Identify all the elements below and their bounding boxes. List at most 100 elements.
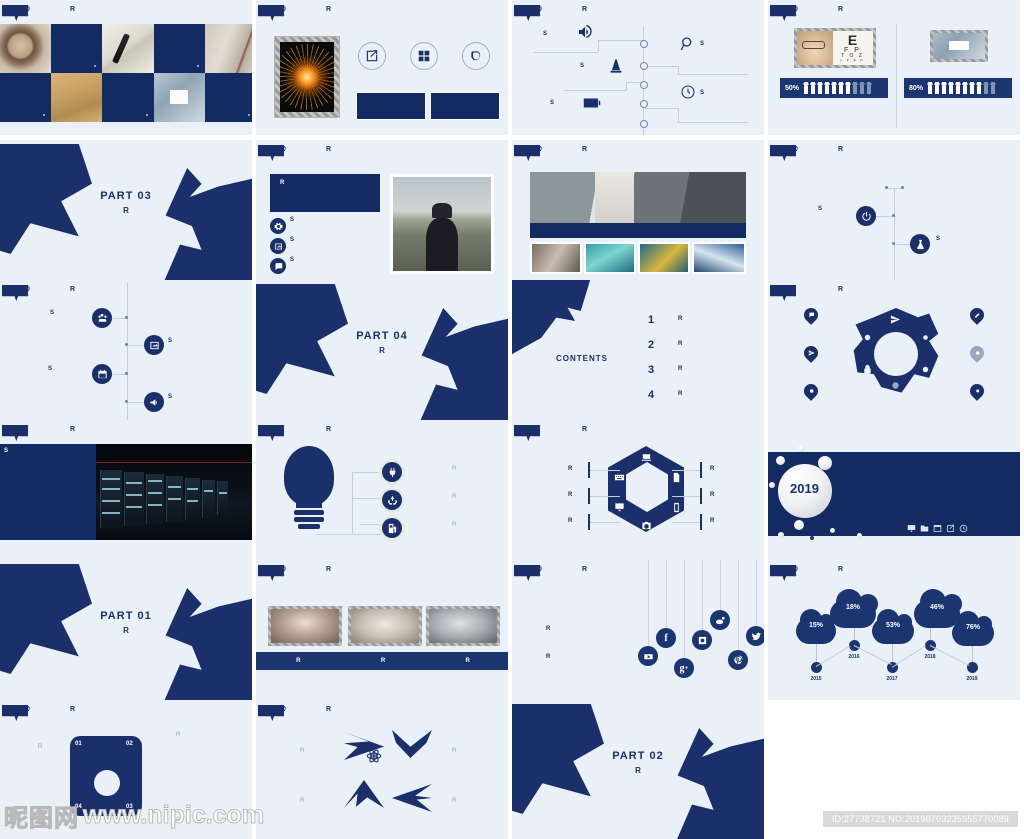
slide-three-portraits[interactable]: N0 R R R R — [256, 560, 512, 705]
placeholder-label: S — [168, 338, 173, 344]
slide-header-r: R — [70, 286, 76, 293]
placeholder-label: R — [300, 798, 305, 804]
woman-glasses-eyechart-photo: E F P T O Z L P E D — [794, 28, 876, 68]
contents-number: 4 — [648, 389, 655, 401]
megaphone-icon — [144, 392, 164, 412]
connector-line — [352, 472, 353, 534]
connector-line — [128, 402, 144, 403]
slide-header: N0 R — [256, 564, 508, 582]
slide-header-no: 0 — [788, 286, 793, 293]
placeholder-label: R — [38, 744, 43, 750]
fountain-pen-photo — [102, 24, 154, 73]
part-subtitle: R — [379, 346, 385, 355]
teal-corridor-photo — [584, 242, 636, 274]
grid-apps-icon[interactable] — [410, 42, 438, 70]
cog-icon — [918, 330, 932, 344]
arrow-shape — [392, 784, 432, 812]
magnifier-icon — [680, 36, 696, 52]
slide-server-room[interactable]: 0 R S — [0, 420, 256, 565]
slide-header-r: R — [838, 286, 844, 293]
folder-icon — [920, 520, 929, 532]
connector-line — [316, 534, 388, 535]
slide-social-media[interactable]: N0 R R R f g + — [512, 560, 768, 705]
slide-header-no: N0 — [20, 6, 31, 13]
timeline-dot — [125, 316, 128, 319]
slide-branching-timeline[interactable]: N0 R S S S S S — [512, 0, 768, 140]
slide-header-no: N0 — [276, 6, 287, 13]
slide-part-divider-03[interactable]: PART 03 R — [0, 140, 256, 285]
monitor-icon — [612, 500, 626, 514]
slide-header: 0 R — [0, 424, 252, 442]
power-button-icon — [856, 206, 876, 226]
slide-cloud-timeline[interactable]: N0 R 15% 2015 18% 2016 53% 2017 46% 2018… — [768, 560, 1024, 705]
slide-contents[interactable]: CONTENTS 1 R 2 R 3 R 4 R — [512, 280, 768, 425]
part-title: PART 01 — [100, 610, 152, 622]
slide-quadrant-numbers[interactable]: N0 R 01 02 03 04 R R R R — [0, 700, 256, 839]
slide-header-r: R — [70, 426, 76, 433]
bubble — [830, 528, 835, 533]
cloud-shape: 53% — [872, 609, 914, 644]
weibo-icon[interactable] — [710, 610, 730, 630]
bubble — [818, 456, 832, 470]
pinterest-icon[interactable] — [728, 650, 748, 670]
circle-pin-icon — [967, 343, 987, 364]
part-subtitle: R — [635, 766, 641, 775]
placeholder-label: S — [50, 310, 55, 316]
bubble — [776, 456, 785, 465]
slide-year-2019[interactable]: 2019 — [768, 420, 1024, 565]
slide-header-r: R — [326, 6, 332, 13]
slide-hexagon-devices[interactable]: 0 R R R R R R R — [512, 420, 768, 565]
contents-heading: CONTENTS — [556, 354, 608, 363]
placeholder-label: R — [176, 818, 181, 824]
placeholder-label: R — [300, 748, 305, 754]
calendar-icon — [92, 364, 112, 384]
slide-textbox-photo[interactable]: N0 R R S S S — [256, 140, 512, 285]
slide-part-divider-02[interactable]: PART 02 R — [512, 700, 768, 839]
caption-label: R — [380, 658, 386, 664]
edit-square-icon[interactable] — [358, 42, 386, 70]
slide-part-divider-01[interactable]: PART 01 R — [0, 560, 256, 705]
slide-part-divider-04[interactable]: PART 04 R — [256, 280, 512, 425]
speaker-volume-icon — [576, 24, 594, 40]
quadrant-number: 01 — [75, 741, 82, 747]
placeholder-label: R — [452, 466, 457, 472]
hand-click-icon[interactable] — [462, 42, 490, 70]
bubble — [810, 536, 814, 540]
slide-timeline-four-icons[interactable]: N0 R S S S S — [0, 280, 256, 425]
connector-line — [678, 122, 748, 123]
placeholder-label: R — [452, 798, 457, 804]
facebook-icon[interactable]: f — [656, 628, 676, 648]
slide-people-percentage[interactable]: N0 R E F P T O Z L P E D 50% 80% — [768, 0, 1024, 140]
clock-icon — [918, 362, 932, 376]
placeholder-label: R — [452, 494, 457, 500]
caption-bar: R R R — [256, 652, 508, 670]
twitter-icon[interactable] — [746, 626, 764, 646]
placeholder-label: R — [710, 466, 715, 472]
slide-lightbulb[interactable]: 0 R R R R — [256, 420, 512, 565]
placeholder-label: S — [543, 31, 548, 37]
caption-label: R — [296, 658, 301, 664]
slide-timeline-power-flask[interactable]: N0 R S S — [768, 140, 1024, 285]
slide-header: N0 R — [512, 144, 764, 162]
slide-header: N0 R — [512, 564, 764, 582]
slide-city-buildings[interactable]: N0 R — [512, 140, 768, 285]
photo-mosaic — [0, 24, 252, 122]
business-suit-photo — [204, 24, 252, 73]
slide-header: N0 R — [512, 4, 764, 22]
slide-tablet-and-icons[interactable]: N0 R — [256, 0, 512, 140]
data-center-server-room-photo — [96, 444, 252, 540]
people-bar-percent: 50% — [785, 84, 800, 92]
placeholder-label: R — [710, 492, 715, 498]
slide-header-no: 0 — [20, 426, 25, 433]
slide-pinwheel[interactable]: 0 R — [768, 280, 1024, 425]
placeholder-label: S — [818, 206, 823, 212]
youtube-icon[interactable] — [638, 646, 658, 666]
instagram-icon[interactable] — [692, 630, 712, 650]
connector-line — [678, 108, 679, 122]
slide-arrows-atom[interactable]: N0 R R R R R — [256, 700, 512, 839]
slide-photo-mosaic[interactable]: N0 R — [0, 0, 256, 140]
googleplus-icon[interactable]: g + — [674, 658, 694, 678]
slide-header-r: R — [70, 6, 76, 13]
team-group-icon — [92, 308, 112, 328]
lock-icon — [860, 362, 874, 376]
